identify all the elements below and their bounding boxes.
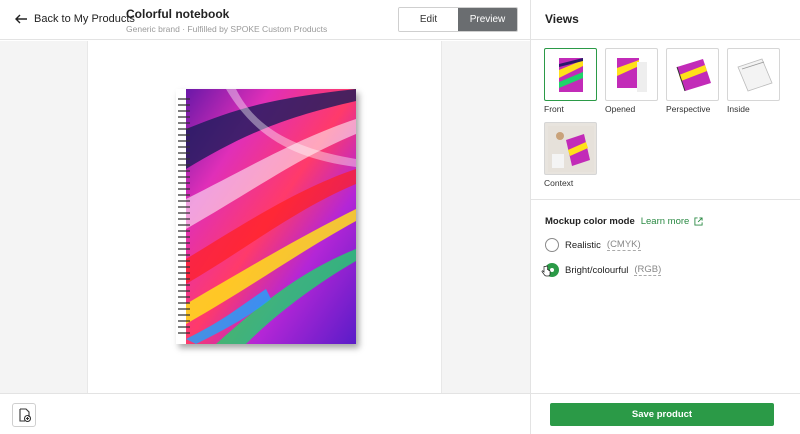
radio-hint: (CMYK) (606, 239, 641, 251)
panel-footer: Save product (531, 393, 800, 434)
radio-label: Bright/colourful (565, 264, 629, 276)
notebook-mockup-image (176, 89, 356, 344)
view-label: Opened (605, 104, 636, 114)
notebook-perspective-thumb (666, 48, 719, 101)
view-perspective[interactable]: Perspective (666, 48, 719, 114)
notebook-context-thumb (544, 122, 597, 175)
view-label: Front (544, 104, 564, 114)
panel-title: Views (531, 0, 800, 40)
preview-tab[interactable]: Preview (458, 8, 517, 31)
product-title: Colorful notebook (126, 7, 230, 21)
view-inside[interactable]: Inside (727, 48, 780, 114)
external-link-icon (694, 217, 703, 226)
radio-label: Realistic (565, 239, 601, 251)
document-add-icon (19, 408, 31, 422)
view-label: Inside (727, 104, 750, 114)
product-title-block: Colorful notebook Generic brand · Fulfil… (126, 7, 327, 34)
views-grid: Front Opened Perspective Inside Context (531, 40, 800, 200)
back-to-products-link[interactable]: Back to My Products (14, 12, 135, 26)
color-mode-title: Mockup color mode (545, 216, 635, 227)
arrow-left-icon (15, 14, 27, 24)
hand-cursor-icon (541, 265, 551, 277)
radio-realistic[interactable]: Realistic (CMYK) (545, 238, 786, 252)
notebook-front-thumb (544, 48, 597, 101)
mockup-color-mode: Mockup color mode Learn more Realistic (… (531, 200, 800, 277)
notebook-inside-thumb (727, 48, 780, 101)
edit-tab[interactable]: Edit (399, 8, 458, 31)
view-opened[interactable]: Opened (605, 48, 658, 114)
edit-preview-toggle: Edit Preview (398, 7, 518, 32)
view-context[interactable]: Context (544, 122, 597, 188)
preview-canvas (0, 41, 530, 393)
back-label: Back to My Products (34, 13, 135, 25)
view-label: Context (544, 178, 574, 188)
top-bar: Back to My Products Colorful notebook Ge… (0, 0, 530, 40)
add-page-button[interactable] (12, 403, 36, 427)
view-front[interactable]: Front (544, 48, 597, 114)
view-label: Perspective (666, 104, 711, 114)
learn-more-label: Learn more (640, 216, 690, 227)
radio-bright[interactable]: Bright/colourful (RGB) (545, 263, 786, 277)
learn-more-link[interactable]: Learn more (641, 216, 704, 227)
color-mode-title-row: Mockup color mode Learn more (545, 216, 786, 227)
canvas-footer (0, 393, 530, 434)
views-panel: Views Front Opened Perspective Inside Co… (530, 0, 800, 434)
radio-circle[interactable] (545, 238, 559, 252)
preview-stage (87, 41, 442, 393)
save-product-button[interactable]: Save product (550, 403, 774, 426)
notebook-opened-thumb (605, 48, 658, 101)
radio-hint: (RGB) (634, 264, 662, 276)
product-subtitle: Generic brand · Fulfilled by SPOKE Custo… (126, 24, 328, 34)
